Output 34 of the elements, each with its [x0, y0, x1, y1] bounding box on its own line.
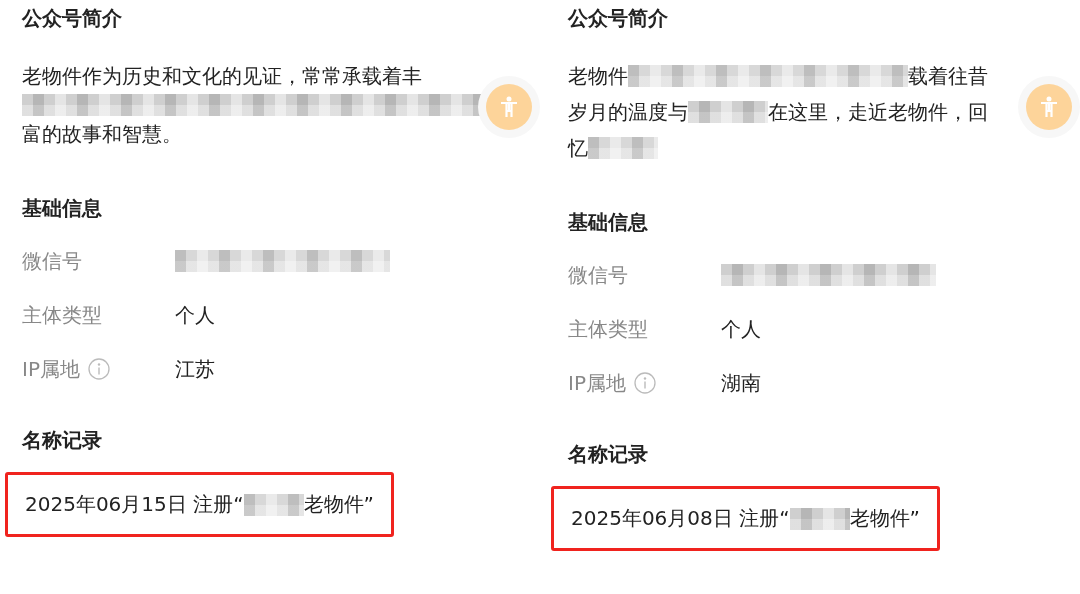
- section-heading: 基础信息: [22, 195, 103, 222]
- field-value: 湖南: [721, 370, 761, 397]
- field-value: 个人: [721, 316, 761, 343]
- accessibility-icon: [1039, 96, 1059, 118]
- intro-text: 在这里，走近老物件，回: [768, 99, 988, 126]
- blurred-text: [789, 507, 850, 530]
- blurred-text: [588, 137, 658, 159]
- intro-text: 老物件作为历史和文化的见证，常常承载着丰: [22, 63, 422, 90]
- field-value: 江苏: [175, 356, 215, 383]
- name-record: 2025年06月08日 注册“: [571, 505, 790, 532]
- section-heading: 名称记录: [568, 441, 649, 468]
- field-label: 主体类型: [22, 302, 102, 329]
- section-heading: 公众号简介: [568, 5, 669, 32]
- section-heading: 基础信息: [568, 209, 649, 236]
- field-label: IP属地: [22, 356, 80, 383]
- name-record: 老物件”: [303, 491, 374, 518]
- name-record: 老物件”: [849, 505, 920, 532]
- section-heading: 公众号简介: [22, 5, 123, 32]
- intro-text: 忆: [568, 135, 588, 162]
- section-heading: 名称记录: [22, 427, 103, 454]
- accessibility-icon: [499, 96, 519, 118]
- field-value: 个人: [175, 302, 215, 329]
- field-label: 微信号: [22, 248, 82, 275]
- field-label: 微信号: [568, 262, 628, 289]
- intro-text: 载着往昔: [908, 63, 988, 90]
- intro-text: 富的故事和智慧。: [22, 121, 182, 148]
- info-icon[interactable]: [87, 358, 110, 380]
- name-record: 2025年06月15日 注册“: [25, 491, 244, 518]
- field-label: IP属地: [568, 370, 626, 397]
- blurred-text: [243, 493, 304, 516]
- field-label: 主体类型: [568, 316, 648, 343]
- intro-text: 老物件: [568, 63, 628, 90]
- intro-text: 岁月的温度与: [568, 99, 688, 126]
- info-icon[interactable]: [633, 372, 656, 394]
